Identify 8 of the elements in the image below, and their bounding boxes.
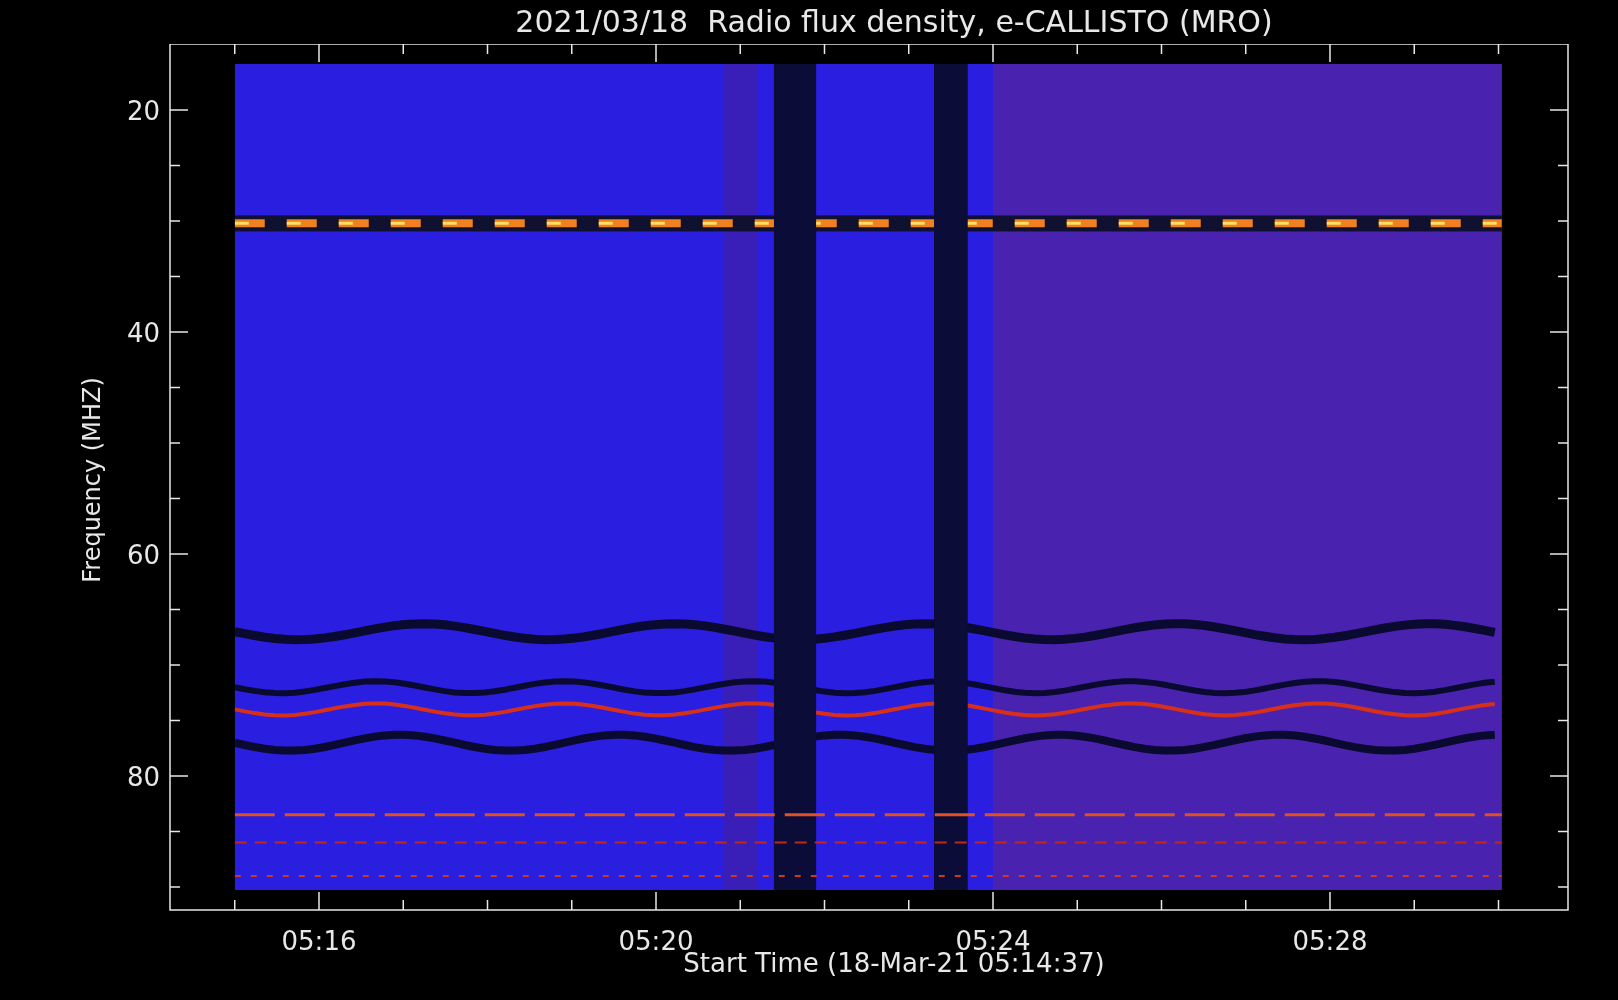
y-tick-label: 80 — [126, 762, 160, 792]
chart-title: 2021/03/18 Radio flux density, e-CALLISTO (MRO) — [515, 7, 1273, 37]
x-tick-label: 05:28 — [1292, 926, 1368, 956]
y-tick-label: 40 — [126, 318, 160, 348]
y-tick-label: 20 — [126, 96, 160, 126]
x-tick-label: 05:16 — [281, 926, 357, 956]
y-axis-title: Frequency (MHZ) — [78, 377, 106, 583]
y-tick-label: 60 — [126, 540, 160, 570]
